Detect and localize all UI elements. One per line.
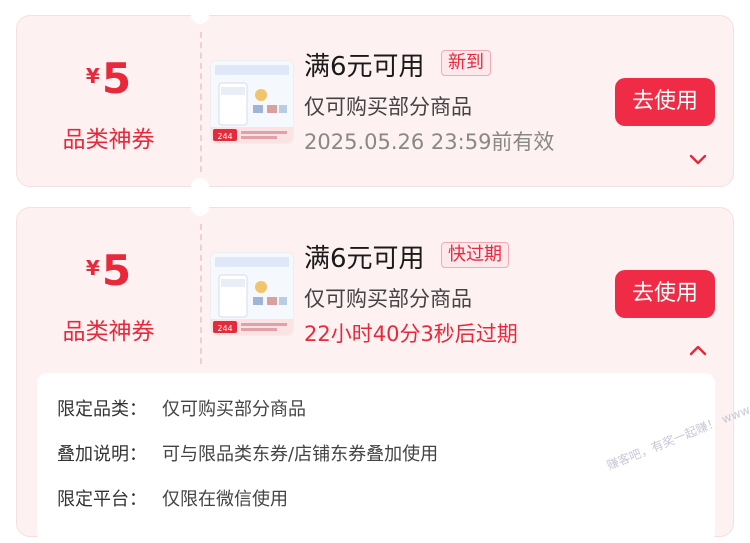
coupon-card: ¥5 品类神券 244 满6元可用 新到 仅可购买部分商品 2025.05.26…: [16, 6, 734, 196]
ticket-notch: [191, 6, 209, 24]
detail-label: 限定品类：: [57, 399, 147, 420]
dashed-divider: [200, 224, 202, 364]
coupon-title: 满6元可用: [304, 244, 425, 274]
currency-symbol: ¥: [85, 256, 100, 280]
detail-value: 仅限在微信使用: [162, 489, 288, 510]
detail-row: 限定平台： 仅限在微信使用: [57, 485, 288, 511]
coupon-type-label: 品类神券: [62, 127, 155, 153]
chevron-down-icon[interactable]: [687, 148, 709, 170]
coupon-validity: 2025.05.26 23:59前有效: [304, 130, 555, 154]
coupon-type-label: 品类神券: [62, 319, 155, 345]
product-price: 244: [217, 324, 232, 333]
status-badge: 快过期: [441, 242, 509, 268]
product-price: 244: [217, 132, 232, 141]
coupon-description: 仅可购买部分商品: [304, 95, 472, 119]
coupon-amount: ¥5: [17, 54, 200, 103]
product-thumbnail: 244: [210, 252, 294, 336]
coupon-title: 满6元可用: [304, 52, 425, 82]
ticket-notch: [191, 178, 209, 196]
expiry-countdown: 22小时40分3秒后过期: [304, 322, 518, 346]
detail-label: 叠加说明：: [57, 444, 147, 465]
use-coupon-button[interactable]: 去使用: [615, 270, 715, 318]
product-thumbnail: 244: [210, 60, 294, 144]
chevron-up-icon[interactable]: [687, 340, 709, 362]
detail-row: 叠加说明： 可与限品类东券/店铺东券叠加使用: [57, 440, 438, 466]
currency-symbol: ¥: [85, 64, 100, 88]
detail-label: 限定平台：: [57, 489, 147, 510]
use-coupon-button[interactable]: 去使用: [615, 78, 715, 126]
status-badge: 新到: [441, 50, 491, 76]
amount-value: 5: [101, 54, 132, 103]
amount-value: 5: [101, 246, 132, 295]
coupon-description: 仅可购买部分商品: [304, 287, 472, 311]
coupon-card: ¥5 品类神券 244 满6元可用 快过期 仅可购买部分商品 22小时40分3秒…: [16, 198, 734, 543]
ticket-notch: [191, 198, 209, 216]
detail-value: 仅可购买部分商品: [162, 399, 306, 420]
detail-value: 可与限品类东券/店铺东券叠加使用: [162, 444, 439, 465]
coupon-amount: ¥5: [17, 246, 200, 295]
dashed-divider: [200, 32, 202, 172]
detail-row: 限定品类： 仅可购买部分商品: [57, 395, 306, 421]
